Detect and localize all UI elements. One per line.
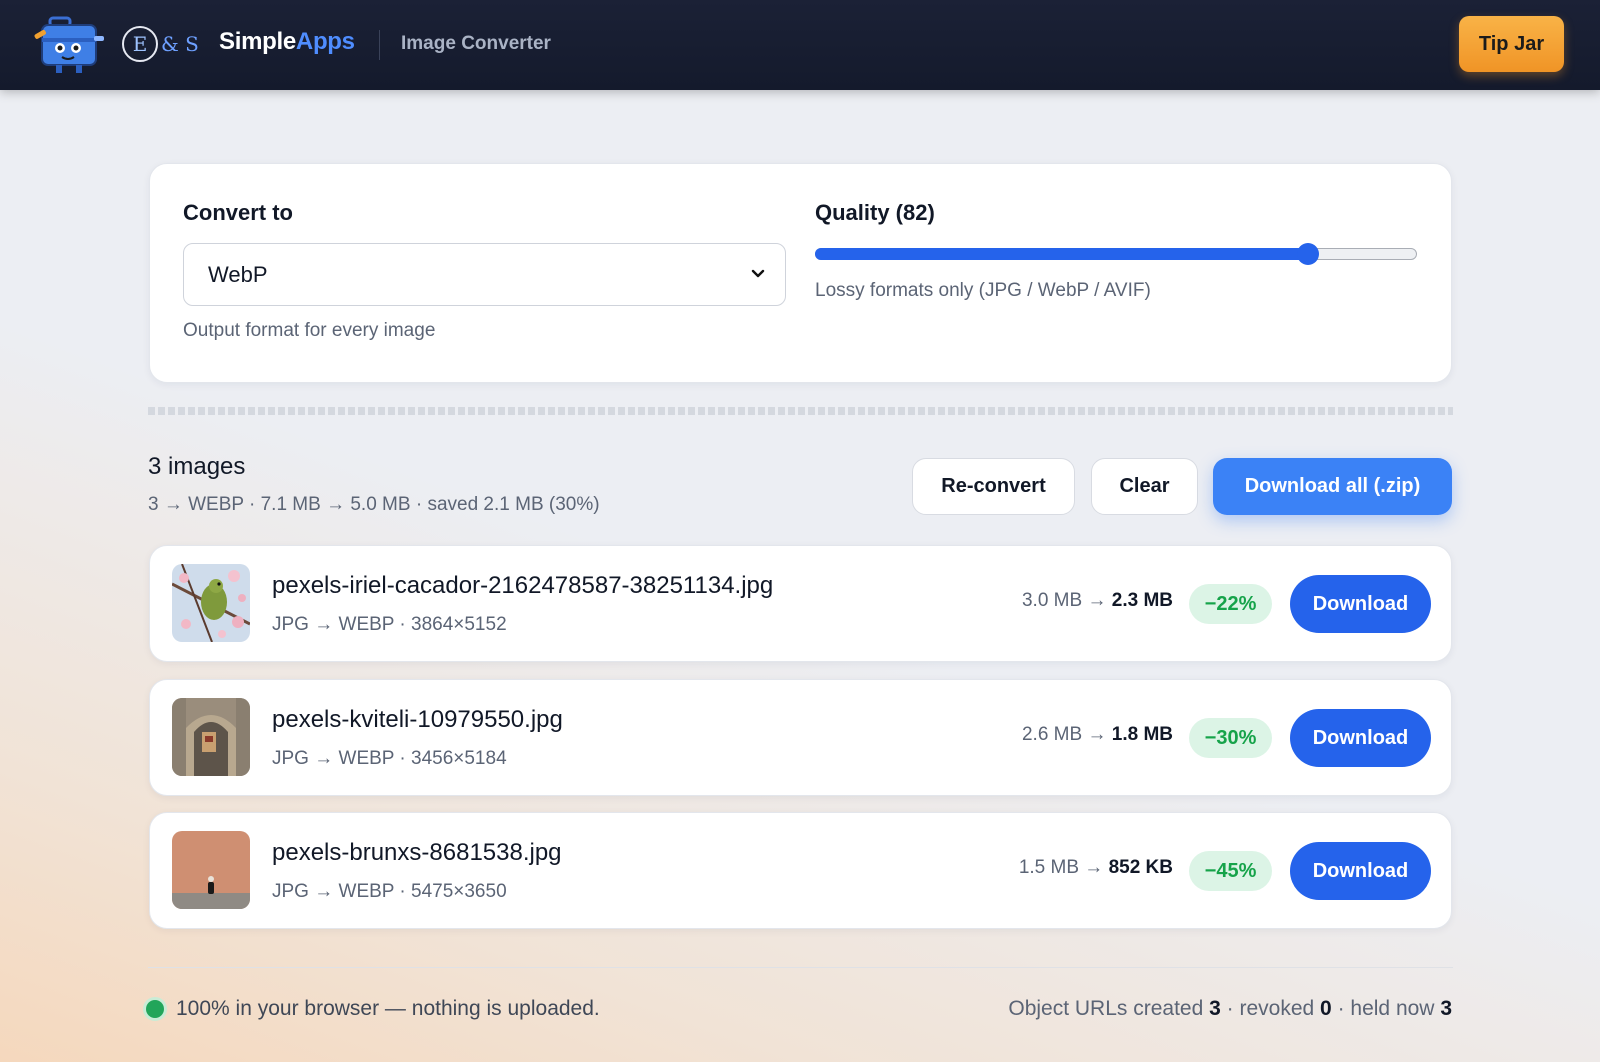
file-meta: JPG → WEBP · 5475×3650 xyxy=(272,881,507,902)
status-dot-icon xyxy=(146,1000,164,1018)
clear-button[interactable]: Clear xyxy=(1091,458,1198,515)
download-all-button[interactable]: Download all (.zip) xyxy=(1213,458,1452,515)
file-name: pexels-kviteli-10979550.jpg xyxy=(272,706,563,733)
toolbox-mascot-logo xyxy=(34,16,104,73)
es-logo-text: & S xyxy=(161,32,199,56)
object-url-stats: Object URLs created 3 · revoked 0 · held… xyxy=(1008,997,1452,1021)
size-to: 852 KB xyxy=(1108,857,1173,878)
saving-badge: −45% xyxy=(1189,851,1272,891)
size-from: 1.5 MB → xyxy=(1018,857,1104,878)
reconvert-button[interactable]: Re-convert xyxy=(912,458,1075,515)
file-row: pexels-brunxs-8681538.jpg JPG → WEBP · 5… xyxy=(149,812,1452,929)
footer-divider xyxy=(148,967,1453,968)
download-button[interactable]: Download xyxy=(1290,842,1431,900)
download-button[interactable]: Download xyxy=(1290,709,1431,767)
es-logo-mark: E xyxy=(122,26,158,62)
quality-hint: Lossy formats only (JPG / WebP / AVIF) xyxy=(815,280,1151,301)
size-from: 2.6 MB → xyxy=(1021,724,1107,745)
size-from: 3.0 MB → xyxy=(1021,590,1107,611)
top-bar: E & S SimpleApps Image Converter Tip Jar xyxy=(0,0,1600,90)
urls-held-label: · held now xyxy=(1337,997,1435,1020)
urls-revoked-label: · revoked xyxy=(1226,997,1315,1020)
settings-card: Convert to WebP Output format for every … xyxy=(149,163,1452,383)
es-logo: E & S xyxy=(122,24,199,64)
file-name: pexels-brunxs-8681538.jpg xyxy=(272,839,562,866)
saving-badge: −30% xyxy=(1189,718,1272,758)
file-sizes: 3.0 MB → 2.3 MB xyxy=(1022,590,1173,612)
urls-created-label: Object URLs created xyxy=(1008,997,1204,1020)
batch-summary: 3 → WEBP · 7.1 MB → 5.0 MB · saved 2.1 M… xyxy=(148,494,600,515)
file-thumbnail xyxy=(172,564,250,642)
urls-created-count: 3 xyxy=(1209,997,1221,1020)
file-thumbnail xyxy=(172,831,250,909)
image-count: 3 images xyxy=(148,453,246,480)
brand-primary: Simple xyxy=(219,28,296,55)
size-to: 2.3 MB xyxy=(1111,590,1173,611)
drop-zone-divider xyxy=(148,407,1453,415)
quality-slider-fill xyxy=(815,248,1308,260)
file-sizes: 1.5 MB → 852 KB xyxy=(1019,857,1173,879)
file-row: pexels-kviteli-10979550.jpg JPG → WEBP ·… xyxy=(149,679,1452,796)
app-name: Image Converter xyxy=(401,33,551,54)
saving-badge: −22% xyxy=(1189,584,1272,624)
urls-revoked-count: 0 xyxy=(1320,997,1332,1020)
file-row: pexels-iriel-cacador-2162478587-38251134… xyxy=(149,545,1452,662)
quality-slider[interactable] xyxy=(815,243,1417,265)
size-to: 1.8 MB xyxy=(1111,724,1173,745)
file-thumbnail xyxy=(172,698,250,776)
format-select-value: WebP xyxy=(208,261,268,287)
format-select[interactable]: WebP xyxy=(183,243,786,306)
convert-to-label: Convert to xyxy=(183,200,293,225)
chevron-down-icon xyxy=(751,269,765,278)
quality-label: Quality (82) xyxy=(815,200,935,225)
brand-name[interactable]: SimpleApps xyxy=(219,28,355,56)
header-divider xyxy=(379,30,380,60)
urls-held-count: 3 xyxy=(1440,997,1452,1020)
file-sizes: 2.6 MB → 1.8 MB xyxy=(1022,724,1173,746)
privacy-note: 100% in your browser — nothing is upload… xyxy=(176,997,600,1020)
file-meta: JPG → WEBP · 3864×5152 xyxy=(272,614,507,635)
quality-slider-thumb[interactable] xyxy=(1296,243,1319,265)
brand-accent: Apps xyxy=(295,28,355,55)
tip-jar-button[interactable]: Tip Jar xyxy=(1459,16,1564,72)
file-name: pexels-iriel-cacador-2162478587-38251134… xyxy=(272,572,774,599)
download-button[interactable]: Download xyxy=(1290,575,1431,633)
format-hint: Output format for every image xyxy=(183,320,436,341)
file-meta: JPG → WEBP · 3456×5184 xyxy=(272,748,507,769)
